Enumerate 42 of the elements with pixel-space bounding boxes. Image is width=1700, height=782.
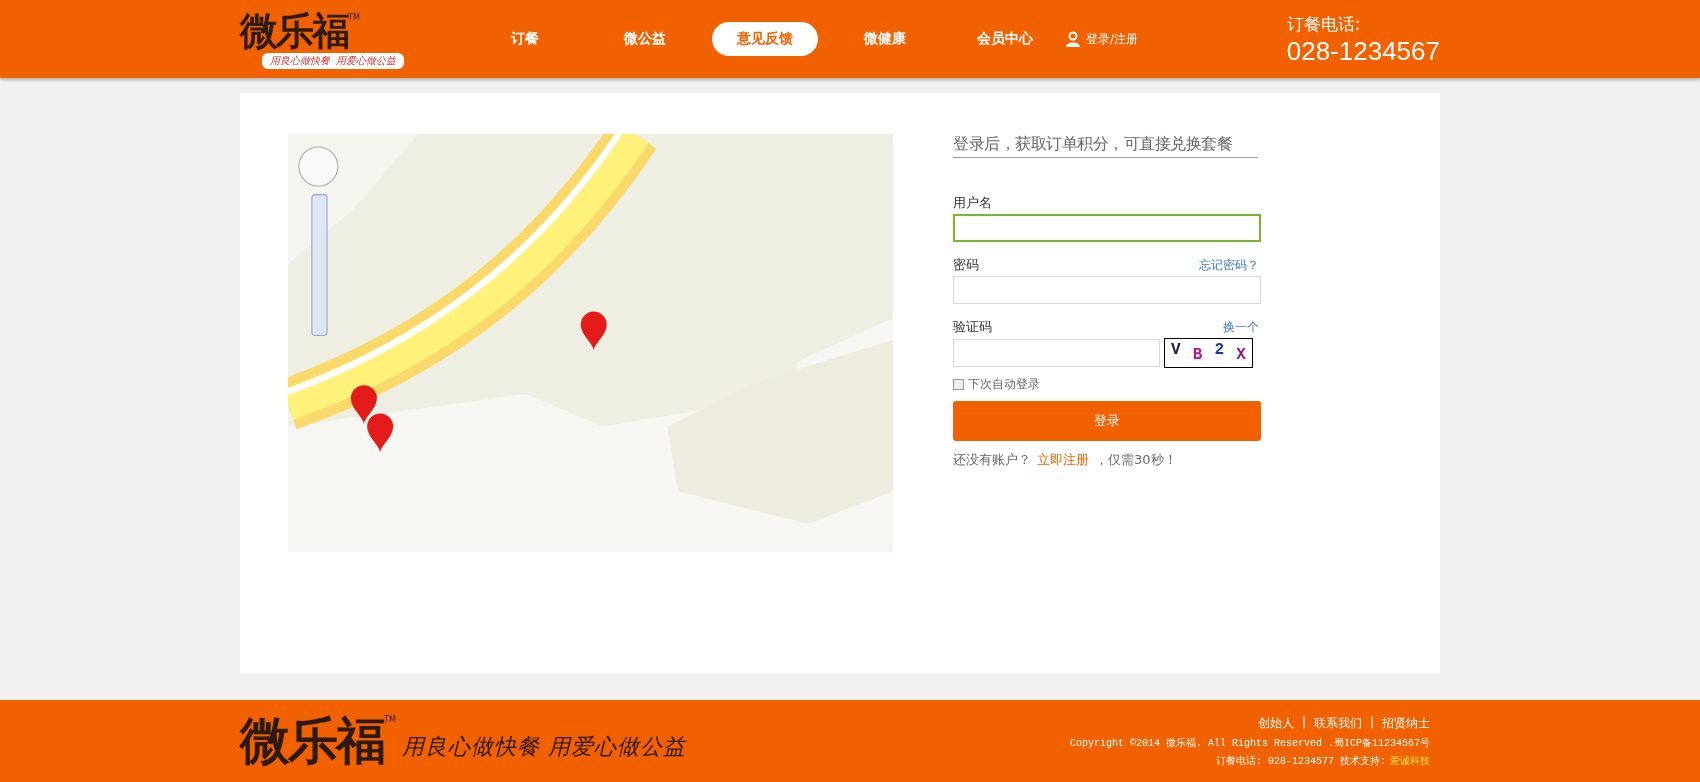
nav-tab[interactable]: 意见反馈 <box>712 22 818 56</box>
slogan-text: 用良心做快餐 用爱心做公益 <box>401 733 686 761</box>
form-title: 登录后，获取订单积分，可直接兑换套餐 <box>953 134 1258 158</box>
phone-number: 028-1234567 <box>1286 35 1440 66</box>
contact-text: 订餐电话: 028-1234577 技术支持: <box>1216 754 1386 768</box>
login-link[interactable]: 登录/注册 <box>1066 30 1139 48</box>
captcha-character: 2 <box>1214 341 1225 359</box>
nav-tab[interactable]: 微公益 <box>592 22 698 56</box>
copyright-text: Copyright ©2014 微乐福. All Rights Reserved .蜀ICP备11234567号 <box>1069 736 1430 750</box>
field-label: 验证码 <box>953 318 992 336</box>
phone-label: 订餐电话: <box>1286 12 1362 36</box>
tech-support-link[interactable]: 爱诚科技 <box>1390 753 1430 768</box>
user-icon <box>1066 31 1080 47</box>
refresh-captcha-link[interactable]: 换一个 <box>1223 319 1259 336</box>
checkbox-label[interactable]: 下次自动登录 <box>968 376 1040 393</box>
captcha-character: V <box>1171 341 1181 359</box>
input-field[interactable] <box>953 339 1160 367</box>
trademark-mark: TM <box>384 715 396 724</box>
input-field[interactable] <box>953 214 1261 242</box>
field-label: 用户名 <box>953 194 992 212</box>
field-label: 密码 <box>953 256 979 274</box>
checkbox[interactable] <box>953 379 964 390</box>
captcha-character: X <box>1236 346 1246 364</box>
login-button[interactable]: 登录 <box>953 401 1261 441</box>
footer-link[interactable]: 招贤纳士 <box>1382 714 1430 732</box>
logo-text[interactable]: 微乐福 <box>240 711 384 771</box>
footer-link[interactable]: 创始人 <box>1257 714 1294 732</box>
logo-text[interactable]: 微乐福 <box>240 9 348 53</box>
nav-tab[interactable]: 会员中心 <box>952 22 1058 56</box>
register-prompt: 还没有账户？ <box>953 451 1031 469</box>
forgot-password-link[interactable]: 忘记密码？ <box>1199 257 1259 274</box>
nav-tab[interactable]: 订餐 <box>472 22 578 56</box>
footer-link[interactable]: 联系我们 <box>1313 714 1362 732</box>
captcha-character: B <box>1192 346 1203 364</box>
input-field[interactable] <box>953 276 1261 304</box>
register-link[interactable]: 立即注册 <box>1037 451 1089 469</box>
trademark-mark: TM <box>348 13 360 22</box>
register-note: ，仅需30秒！ <box>1095 451 1177 469</box>
separator: | <box>1301 714 1306 731</box>
nav-tab[interactable]: 微健康 <box>832 22 938 56</box>
separator: | <box>1369 714 1374 731</box>
slogan-badge: 用良心做快餐 用爱心做公益 <box>262 53 405 69</box>
